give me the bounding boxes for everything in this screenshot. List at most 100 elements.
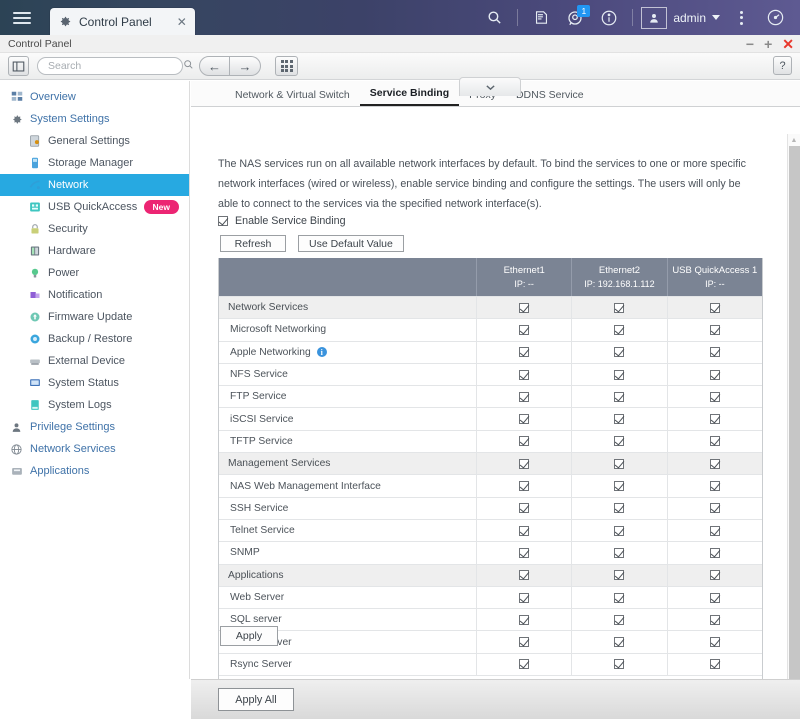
notification-icon[interactable]: 1	[558, 0, 592, 35]
checkbox[interactable]	[709, 637, 720, 648]
minimize-button[interactable]: −	[746, 37, 754, 51]
service-binding-checkbox-cell[interactable]	[477, 497, 573, 519]
scroll-up-arrow-icon[interactable]: ▲	[788, 134, 800, 146]
checkbox[interactable]	[519, 637, 530, 648]
checkbox[interactable]	[614, 324, 625, 335]
chevron-down-icon[interactable]	[459, 77, 521, 96]
kebab-menu-icon[interactable]	[724, 0, 758, 35]
service-binding-checkbox-cell[interactable]	[477, 631, 573, 653]
sidebar-item-network-services[interactable]: Network Services	[0, 438, 189, 460]
sidebar-item-system-settings[interactable]: System Settings	[0, 108, 189, 130]
close-icon[interactable]: ✕	[177, 16, 187, 28]
service-binding-checkbox-cell[interactable]	[572, 319, 668, 341]
service-binding-checkbox-cell[interactable]	[572, 475, 668, 497]
service-binding-checkbox-cell[interactable]	[477, 519, 573, 542]
help-button[interactable]: ?	[773, 56, 792, 75]
service-binding-checkbox-cell[interactable]	[668, 609, 762, 630]
sidebar-item-security[interactable]: Security	[0, 218, 189, 240]
checkbox[interactable]	[614, 570, 625, 581]
service-binding-checkbox-cell[interactable]	[572, 430, 668, 453]
service-binding-checkbox-cell[interactable]	[572, 386, 668, 408]
checkbox[interactable]	[709, 525, 720, 536]
checkbox[interactable]	[614, 547, 625, 558]
sidebar-item-usb-quickaccess[interactable]: USB QuickAccess New	[0, 196, 189, 218]
tab-network-virtual-switch[interactable]: Network & Virtual Switch	[225, 89, 360, 106]
service-binding-checkbox-cell[interactable]	[572, 497, 668, 519]
user-menu[interactable]: admin	[639, 6, 724, 29]
checkbox[interactable]	[614, 525, 625, 536]
checkbox[interactable]	[614, 503, 625, 514]
service-binding-checkbox-cell[interactable]	[477, 408, 573, 430]
service-binding-checkbox-cell[interactable]	[572, 408, 668, 430]
sidebar-item-applications[interactable]: Applications	[0, 460, 189, 482]
checkbox[interactable]	[519, 525, 530, 536]
service-binding-checkbox-cell[interactable]	[668, 498, 762, 519]
checkbox[interactable]	[709, 659, 720, 670]
checkbox[interactable]	[614, 592, 625, 603]
checkbox[interactable]	[614, 659, 625, 670]
sidebar-item-system-status[interactable]: System Status	[0, 372, 189, 394]
service-binding-checkbox-cell[interactable]	[668, 386, 762, 407]
service-binding-checkbox-cell[interactable]	[668, 520, 762, 541]
sidebar-item-overview[interactable]: Overview	[0, 86, 189, 108]
app-tab-control-panel[interactable]: Control Panel ✕	[50, 8, 195, 35]
service-binding-checkbox-cell[interactable]	[477, 564, 573, 586]
checkbox[interactable]	[614, 347, 625, 358]
service-binding-checkbox-cell[interactable]	[572, 631, 668, 653]
info-icon[interactable]	[592, 0, 626, 35]
checkbox[interactable]	[519, 302, 530, 313]
apply-all-button[interactable]: Apply All	[218, 688, 294, 711]
checkbox[interactable]	[614, 391, 625, 402]
close-button[interactable]: ✕	[782, 37, 794, 51]
dashboard-gauge-icon[interactable]	[758, 0, 792, 35]
search-box[interactable]	[37, 57, 193, 75]
checkbox[interactable]	[519, 547, 530, 558]
checkbox[interactable]	[614, 436, 625, 447]
sidebar-item-system-logs[interactable]: System Logs	[0, 394, 189, 416]
checkbox[interactable]	[709, 481, 720, 492]
checkbox[interactable]	[519, 592, 530, 603]
service-binding-checkbox-cell[interactable]	[572, 453, 668, 475]
checkbox[interactable]	[709, 503, 720, 514]
sidebar-item-hardware[interactable]: Hardware	[0, 240, 189, 262]
info-icon[interactable]: i	[316, 347, 327, 358]
search-input[interactable]	[48, 60, 183, 72]
service-binding-checkbox-cell[interactable]	[668, 297, 762, 318]
maximize-button[interactable]: +	[764, 37, 772, 51]
service-binding-checkbox-cell[interactable]	[477, 475, 573, 497]
service-binding-checkbox-cell[interactable]	[572, 542, 668, 564]
service-binding-checkbox-cell[interactable]	[668, 475, 762, 496]
service-binding-checkbox-cell[interactable]	[668, 453, 762, 474]
backup-station-icon[interactable]	[524, 0, 558, 35]
content-scrollbar[interactable]: ▲	[787, 134, 800, 719]
service-binding-checkbox-cell[interactable]	[572, 297, 668, 319]
checkbox[interactable]	[614, 614, 625, 625]
service-binding-checkbox-cell[interactable]	[668, 542, 762, 563]
service-binding-checkbox-cell[interactable]	[668, 631, 762, 652]
checkbox[interactable]	[709, 458, 720, 469]
service-binding-checkbox-cell[interactable]	[668, 565, 762, 586]
search-icon[interactable]	[477, 0, 511, 35]
checkbox[interactable]	[519, 570, 530, 581]
sidebar-item-notification[interactable]: Notification	[0, 284, 189, 306]
sidebar-item-external-device[interactable]: External Device	[0, 350, 189, 372]
checkbox[interactable]	[614, 302, 625, 313]
sidebar-item-power[interactable]: Power	[0, 262, 189, 284]
service-binding-checkbox-cell[interactable]	[668, 342, 762, 363]
checkbox[interactable]	[519, 391, 530, 402]
sidebar-item-general-settings[interactable]: General Settings	[0, 130, 189, 152]
checkbox[interactable]	[614, 458, 625, 469]
checkbox[interactable]	[709, 570, 720, 581]
service-binding-checkbox-cell[interactable]	[477, 586, 573, 609]
service-binding-checkbox-cell[interactable]	[572, 653, 668, 676]
service-binding-checkbox-cell[interactable]	[572, 363, 668, 386]
back-button[interactable]: ←	[199, 56, 230, 76]
service-binding-checkbox-cell[interactable]	[477, 363, 573, 386]
service-binding-checkbox-cell[interactable]	[477, 319, 573, 341]
service-binding-checkbox-cell[interactable]	[668, 319, 762, 340]
sidebar-item-storage-manager[interactable]: Storage Manager	[0, 152, 189, 174]
service-binding-checkbox-cell[interactable]	[477, 542, 573, 564]
service-binding-checkbox-cell[interactable]	[572, 341, 668, 363]
tab-service-binding[interactable]: Service Binding	[359, 87, 460, 106]
checkbox[interactable]	[614, 637, 625, 648]
